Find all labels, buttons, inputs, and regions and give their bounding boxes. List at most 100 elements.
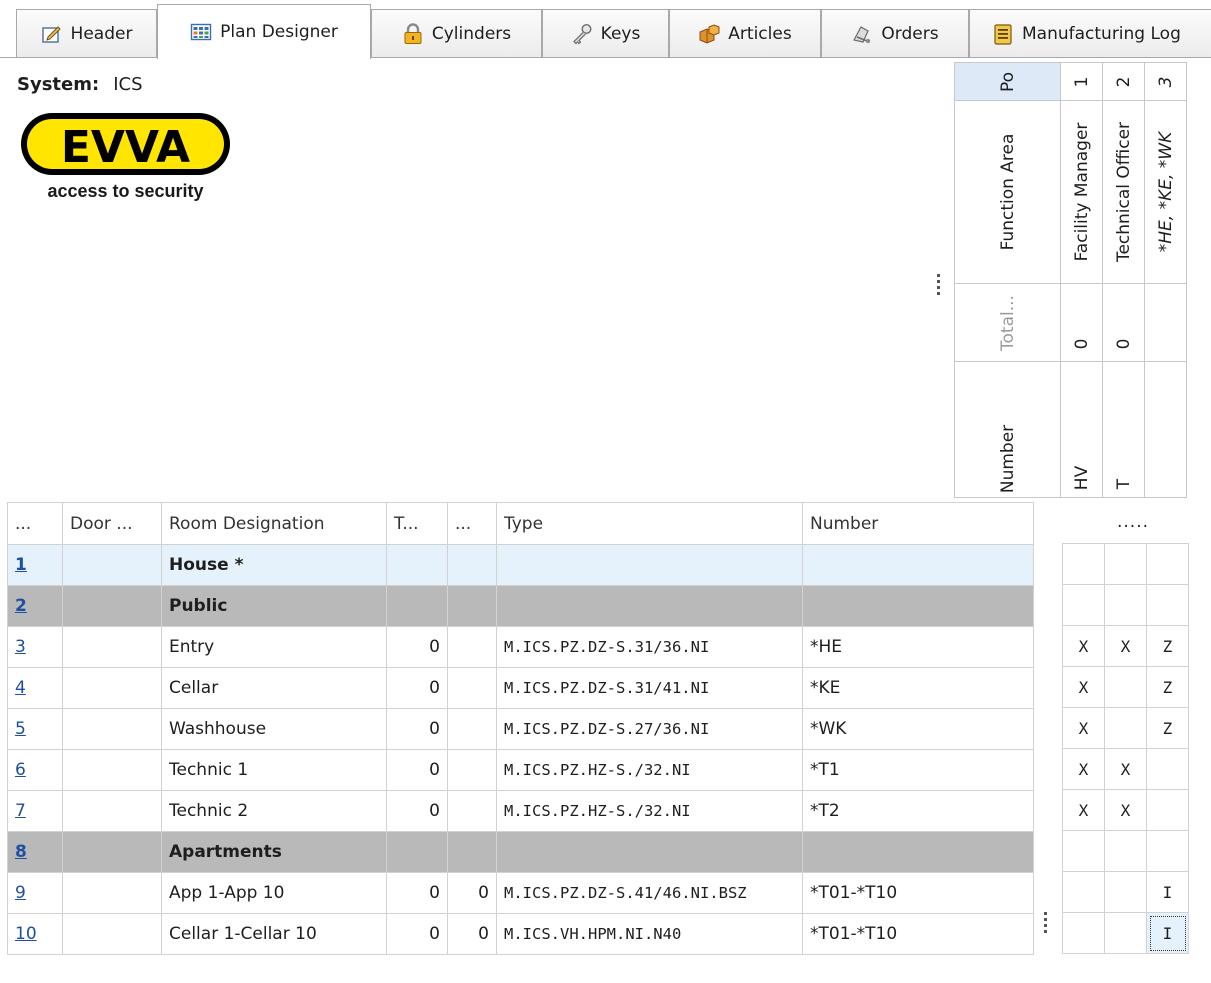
group-row[interactable]: 2 Public (7, 585, 1034, 627)
matrix-cell[interactable]: I (1146, 912, 1189, 954)
room-designation-cell[interactable]: Cellar 1-Cellar 10 (161, 913, 387, 955)
room-designation-cell[interactable]: Washhouse (161, 708, 387, 750)
t-cell[interactable]: 0 (386, 667, 448, 709)
number-cell[interactable]: *T1 (802, 749, 1034, 791)
matrix-cell[interactable] (1146, 584, 1189, 626)
t-cell[interactable] (386, 831, 448, 873)
table-row[interactable]: 6 Technic 1 0 M.ICS.PZ.HZ-S./32.NI *T1 (7, 749, 1034, 791)
matrix-cell[interactable] (1062, 912, 1105, 954)
col-function-area-2[interactable]: Technical Officer (1103, 101, 1145, 284)
col-header-number[interactable]: Number (802, 502, 1034, 545)
t-cell[interactable]: 0 (386, 708, 448, 750)
matrix-cell[interactable]: Z (1146, 625, 1189, 667)
t-cell[interactable]: 0 (386, 749, 448, 791)
group-row[interactable]: 8 Apartments (7, 831, 1034, 873)
door-cell[interactable] (62, 749, 162, 791)
c-cell[interactable] (447, 667, 497, 709)
col-header-door[interactable]: Door ... (62, 502, 162, 545)
t-cell[interactable] (386, 585, 448, 627)
type-cell[interactable]: M.ICS.PZ.DZ-S.41/46.NI.BSZ (496, 872, 803, 914)
t-cell[interactable]: 0 (386, 626, 448, 668)
matrix-cell[interactable] (1146, 789, 1189, 831)
matrix-cell[interactable] (1062, 584, 1105, 626)
splitter-handle-bottom[interactable] (1044, 912, 1047, 936)
matrix-cell[interactable]: X (1062, 666, 1105, 708)
type-cell[interactable]: M.ICS.PZ.HZ-S./32.NI (496, 749, 803, 791)
number-cell[interactable]: *HE (802, 626, 1034, 668)
tab-header[interactable]: Header (16, 9, 157, 57)
matrix-cell[interactable] (1104, 707, 1147, 749)
number-cell[interactable]: *KE (802, 667, 1034, 709)
door-cell[interactable] (62, 872, 162, 914)
row-index-link[interactable]: 5 (7, 708, 63, 750)
table-row[interactable]: 5 Washhouse 0 M.ICS.PZ.DZ-S.27/36.NI *WK (7, 708, 1034, 750)
matrix-cell[interactable]: X (1062, 789, 1105, 831)
type-cell[interactable]: M.ICS.PZ.HZ-S./32.NI (496, 790, 803, 832)
type-cell[interactable]: M.ICS.PZ.DZ-S.27/36.NI (496, 708, 803, 750)
t-cell[interactable]: 0 (386, 913, 448, 955)
tab-orders[interactable]: Orders (821, 9, 969, 57)
row-index-link[interactable]: 10 (7, 913, 63, 955)
matrix-cell[interactable] (1146, 543, 1189, 585)
matrix-cell[interactable] (1146, 830, 1189, 872)
c-cell[interactable] (447, 708, 497, 750)
matrix-cell[interactable]: Z (1146, 707, 1189, 749)
door-cell[interactable] (62, 626, 162, 668)
tab-keys[interactable]: Keys (542, 9, 669, 57)
col-header-t[interactable]: T... (386, 502, 448, 545)
room-designation-cell[interactable]: House * (161, 544, 387, 586)
door-cell[interactable] (62, 790, 162, 832)
c-cell[interactable] (447, 585, 497, 627)
tab-cylinders[interactable]: Cylinders (371, 9, 542, 57)
matrix-cell[interactable] (1104, 666, 1147, 708)
row-index-link[interactable]: 4 (7, 667, 63, 709)
number-cell[interactable] (802, 831, 1034, 873)
matrix-cell[interactable]: I (1146, 871, 1189, 913)
matrix-cell[interactable] (1062, 830, 1105, 872)
c-cell[interactable]: 0 (447, 872, 497, 914)
row-index-link[interactable]: 6 (7, 749, 63, 791)
room-designation-cell[interactable]: Technic 1 (161, 749, 387, 791)
col-header-index[interactable]: ... (7, 502, 63, 545)
door-cell[interactable] (62, 544, 162, 586)
room-designation-cell[interactable]: Public (161, 585, 387, 627)
room-designation-cell[interactable]: Cellar (161, 667, 387, 709)
room-designation-cell[interactable]: App 1-App 10 (161, 872, 387, 914)
c-cell[interactable] (447, 749, 497, 791)
room-designation-cell[interactable]: Technic 2 (161, 790, 387, 832)
matrix-cell[interactable]: Z (1146, 666, 1189, 708)
col-function-area-1[interactable]: Facility Manager (1061, 101, 1103, 284)
type-cell[interactable]: M.ICS.VH.HPM.NI.N40 (496, 913, 803, 955)
matrix-cell[interactable] (1104, 584, 1147, 626)
door-cell[interactable] (62, 708, 162, 750)
row-index-link[interactable]: 8 (7, 831, 63, 873)
matrix-cell[interactable]: X (1062, 625, 1105, 667)
table-row[interactable]: 4 Cellar 0 M.ICS.PZ.DZ-S.31/41.NI *KE (7, 667, 1034, 709)
col-header-room-designation[interactable]: Room Designation (161, 502, 387, 545)
row-number-link[interactable]: 6 (15, 760, 26, 780)
row-number-link[interactable]: 5 (15, 719, 26, 739)
row-number-link[interactable]: 1 (15, 555, 27, 575)
room-designation-cell[interactable]: Apartments (161, 831, 387, 873)
table-row[interactable]: 10 Cellar 1-Cellar 10 0 0 M.ICS.VH.HPM.NI.N4… (7, 913, 1034, 955)
matrix-cell[interactable] (1062, 871, 1105, 913)
c-cell[interactable] (447, 790, 497, 832)
t-cell[interactable]: 0 (386, 790, 448, 832)
tab-articles[interactable]: Articles (669, 9, 821, 57)
row-number-link[interactable]: 3 (15, 637, 26, 657)
type-cell[interactable] (496, 831, 803, 873)
matrix-cell[interactable] (1104, 912, 1147, 954)
col-header-type[interactable]: Type (496, 502, 803, 545)
number-cell[interactable]: *T01-*T10 (802, 872, 1034, 914)
row-number-link[interactable]: 10 (15, 924, 37, 944)
c-cell[interactable] (447, 626, 497, 668)
row-index-link[interactable]: 3 (7, 626, 63, 668)
matrix-cell[interactable] (1104, 543, 1147, 585)
type-cell[interactable] (496, 544, 803, 586)
door-cell[interactable] (62, 667, 162, 709)
type-cell[interactable]: M.ICS.PZ.DZ-S.31/41.NI (496, 667, 803, 709)
c-cell[interactable] (447, 831, 497, 873)
table-row[interactable]: 7 Technic 2 0 M.ICS.PZ.HZ-S./32.NI *T2 (7, 790, 1034, 832)
row-number-link[interactable]: 9 (15, 883, 26, 903)
row-index-link[interactable]: 9 (7, 872, 63, 914)
